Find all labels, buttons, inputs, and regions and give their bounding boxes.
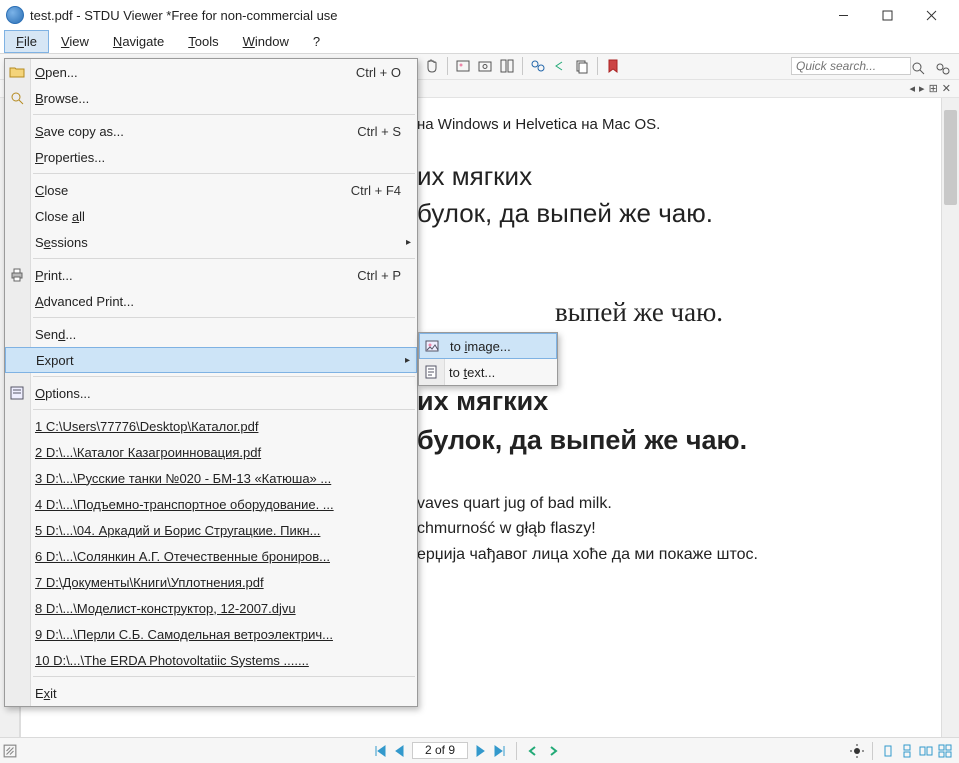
- menu-recent-6[interactable]: 6 D:\...\Солянкин А.Г. Отечественные бро…: [5, 543, 417, 569]
- menu-recent-3[interactable]: 3 D:\...\Русские танки №020 - БМ-13 «Кат…: [5, 465, 417, 491]
- close-button[interactable]: [909, 1, 953, 29]
- find-icon[interactable]: [528, 56, 548, 76]
- doc-text: булок, да выпей же чаю.: [417, 195, 941, 233]
- doc-text: chmurność w głąb flaszy!: [417, 516, 941, 542]
- undo-icon[interactable]: [550, 56, 570, 76]
- menu-recent-4[interactable]: 4 D:\...\Подъемно-транспортное оборудова…: [5, 491, 417, 517]
- vertical-scrollbar[interactable]: [941, 98, 959, 737]
- scrollbar-thumb[interactable]: [944, 110, 957, 205]
- menu-recent-5[interactable]: 5 D:\...\04. Аркадий и Борис Стругацкие.…: [5, 517, 417, 543]
- menu-browse[interactable]: Browse...: [5, 85, 417, 111]
- menu-tools[interactable]: Tools: [176, 30, 230, 53]
- brightness-icon[interactable]: [849, 743, 865, 759]
- menu-export[interactable]: Export▸: [5, 347, 417, 373]
- tab-next-icon[interactable]: ▸: [919, 82, 925, 95]
- hand-tool-icon[interactable]: [422, 56, 442, 76]
- tab-prev-icon[interactable]: ◂: [910, 82, 916, 95]
- submenu-to-text[interactable]: to text...: [419, 359, 557, 385]
- menu-options[interactable]: Options...: [5, 380, 417, 406]
- browse-icon: [9, 90, 25, 106]
- last-page-icon[interactable]: [492, 743, 508, 759]
- doc-text: vaves quart jug of bad milk.: [417, 491, 941, 517]
- maximize-button[interactable]: [865, 1, 909, 29]
- menu-exit[interactable]: Exit: [5, 680, 417, 706]
- search-next-icon[interactable]: [933, 59, 953, 79]
- doc-text: выпей же чаю.: [555, 293, 941, 332]
- folder-open-icon: [9, 64, 25, 80]
- titlebar: test.pdf - STDU Viewer *Free for non-com…: [0, 0, 959, 30]
- menu-recent-2[interactable]: 2 D:\...\Каталог Казагроинновация.pdf: [5, 439, 417, 465]
- nav-fwd-icon[interactable]: [545, 743, 561, 759]
- image-tool-icon[interactable]: [453, 56, 473, 76]
- menu-properties[interactable]: Properties...: [5, 144, 417, 170]
- menu-recent-8[interactable]: 8 D:\...\Моделист-конструктор, 12-2007.d…: [5, 595, 417, 621]
- image-icon: [424, 338, 440, 354]
- doc-text: ерџија чађавог лица хоће да ми покаже шт…: [417, 542, 941, 568]
- single-page-icon[interactable]: [880, 743, 896, 759]
- app-icon: [6, 6, 24, 24]
- file-menu-dropdown: Open...Ctrl + O Browse... Save copy as..…: [4, 58, 418, 707]
- menu-recent-10[interactable]: 10 D:\...\The ERDA Photovoltatiic System…: [5, 647, 417, 673]
- statusbar: 2 of 9: [0, 737, 959, 763]
- nav-back-icon[interactable]: [525, 743, 541, 759]
- first-page-icon[interactable]: [372, 743, 388, 759]
- minimize-button[interactable]: [821, 1, 865, 29]
- prev-page-icon[interactable]: [392, 743, 408, 759]
- facing-icon[interactable]: [918, 743, 934, 759]
- menu-navigate[interactable]: Navigate: [101, 30, 176, 53]
- doc-text: их мягких: [417, 158, 941, 196]
- doc-text: на Windows и Helvetica на Mac OS.: [417, 114, 941, 136]
- copy-icon[interactable]: [572, 56, 592, 76]
- menu-file[interactable]: File: [4, 30, 49, 53]
- menu-view[interactable]: View: [49, 30, 101, 53]
- menu-close-all[interactable]: Close all: [5, 203, 417, 229]
- menu-recent-9[interactable]: 9 D:\...\Перли С.Б. Самодельная ветроэле…: [5, 621, 417, 647]
- menu-save-copy-as[interactable]: Save copy as...Ctrl + S: [5, 118, 417, 144]
- menu-advanced-print[interactable]: Advanced Print...: [5, 288, 417, 314]
- menu-window[interactable]: Window: [231, 30, 301, 53]
- continuous-icon[interactable]: [899, 743, 915, 759]
- options-icon: [9, 385, 25, 401]
- menu-help[interactable]: ?: [301, 30, 332, 53]
- menu-print[interactable]: Print...Ctrl + P: [5, 262, 417, 288]
- bookmark-icon[interactable]: [603, 56, 623, 76]
- menu-close[interactable]: CloseCtrl + F4: [5, 177, 417, 203]
- statusbar-handle[interactable]: [3, 744, 17, 758]
- menubar: File View Navigate Tools Window ?: [0, 30, 959, 54]
- page-indicator[interactable]: 2 of 9: [412, 742, 468, 759]
- next-page-icon[interactable]: [472, 743, 488, 759]
- tab-close-icon[interactable]: ✕: [942, 82, 951, 95]
- menu-recent-7[interactable]: 7 D:\Документы\Книги\Уплотнения.pdf: [5, 569, 417, 595]
- quick-search-input[interactable]: [791, 57, 911, 75]
- text-icon: [423, 364, 439, 380]
- search-icon[interactable]: [909, 59, 929, 79]
- menu-open[interactable]: Open...Ctrl + O: [5, 59, 417, 85]
- menu-sessions[interactable]: Sessions▸: [5, 229, 417, 255]
- menu-send[interactable]: Send...: [5, 321, 417, 347]
- grid-icon[interactable]: [937, 743, 953, 759]
- menu-recent-1[interactable]: 1 C:\Users\77776\Desktop\Каталог.pdf: [5, 413, 417, 439]
- snapshot-icon[interactable]: [475, 56, 495, 76]
- export-submenu: to image... to text...: [418, 332, 558, 386]
- doc-text: их мягких: [417, 382, 941, 421]
- window-title: test.pdf - STDU Viewer *Free for non-com…: [30, 8, 821, 23]
- layout-icon[interactable]: [497, 56, 517, 76]
- doc-text: булок, да выпей же чаю.: [417, 421, 941, 460]
- submenu-to-image[interactable]: to image...: [419, 333, 557, 359]
- print-icon: [9, 267, 25, 283]
- tab-tile-icon[interactable]: ⊞: [929, 82, 938, 95]
